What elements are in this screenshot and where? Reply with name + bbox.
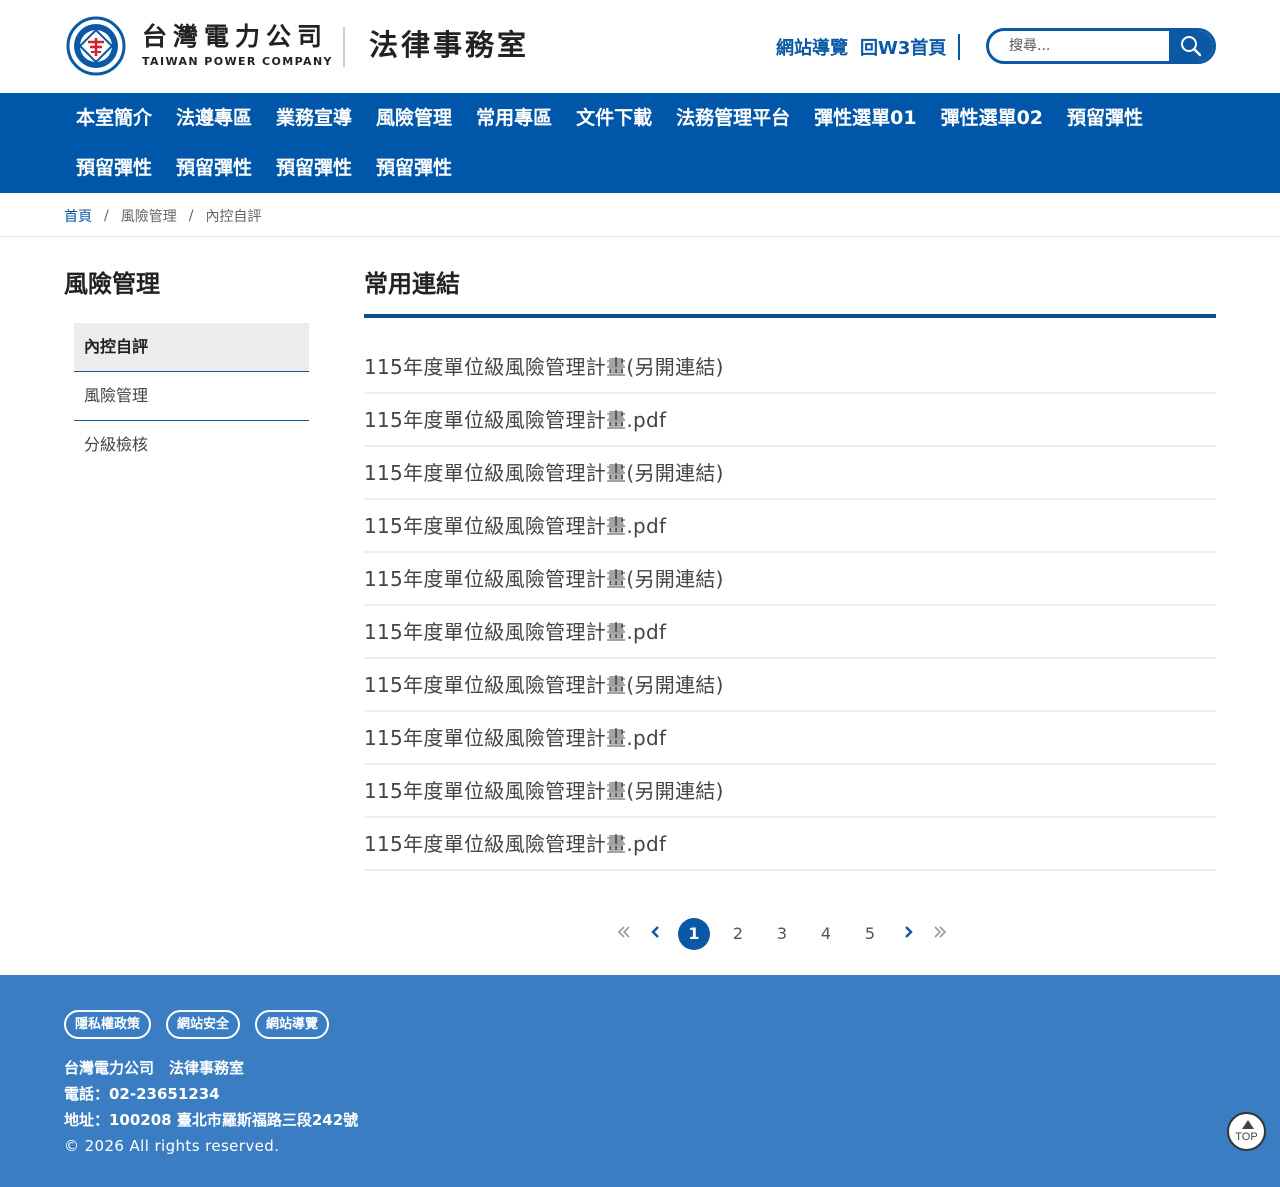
- footer-link-privacy[interactable]: 隱私權政策: [64, 1010, 152, 1039]
- nav-item-flex-menu-01[interactable]: 彈性選單01: [802, 93, 928, 143]
- list-item[interactable]: 115年度單位級風險管理計畫.pdf: [364, 500, 1216, 553]
- footer-copyright: © 2026 All rights reserved.: [64, 1137, 280, 1155]
- footer-phone: 電話：02-23651234: [64, 1085, 220, 1103]
- nav-item-promotion[interactable]: 業務宣導: [264, 93, 364, 143]
- list-item[interactable]: 115年度單位級風險管理計畫.pdf: [364, 394, 1216, 447]
- page-title: 常用連結: [364, 270, 460, 298]
- nav-item-risk-management[interactable]: 風險管理: [364, 93, 464, 143]
- breadcrumb-divider: [0, 236, 1280, 237]
- list-item[interactable]: 115年度單位級風險管理計畫.pdf: [364, 712, 1216, 765]
- page-number[interactable]: 5: [854, 918, 886, 950]
- footer-info: 台灣電力公司 法律事務室 電話：02-23651234 地址：100208 臺北…: [64, 1055, 358, 1159]
- breadcrumb-risk-management[interactable]: 風險管理: [121, 206, 177, 226]
- breadcrumb-separator: /: [188, 208, 194, 224]
- nav-item-flex-menu-02[interactable]: 彈性選單02: [929, 93, 1055, 143]
- back-to-top-button[interactable]: TOP: [1227, 1112, 1266, 1151]
- breadcrumb: 首頁 / 風險管理 / 內控自評: [64, 206, 261, 226]
- taipower-logo-icon[interactable]: [66, 16, 126, 76]
- sidebar-item-grading-review[interactable]: 分級檢核: [74, 421, 309, 470]
- link-list: 115年度單位級風險管理計畫(另開連結) 115年度單位級風險管理計畫.pdf …: [364, 341, 1216, 871]
- prev-page-button[interactable]: [646, 918, 666, 950]
- next-page-button[interactable]: [898, 918, 918, 950]
- footer-org: 台灣電力公司 法律事務室: [64, 1059, 245, 1077]
- page-number[interactable]: 3: [766, 918, 798, 950]
- page-number[interactable]: 4: [810, 918, 842, 950]
- main-nav: 本室簡介 法遵專區 業務宣導 風險管理 常用專區 文件下載 法務管理平台 彈性選…: [0, 93, 1280, 193]
- sidebar-title: 風險管理: [64, 270, 160, 298]
- nav-item-reserved[interactable]: 預留彈性: [264, 143, 364, 193]
- nav-item-about[interactable]: 本室簡介: [64, 93, 164, 143]
- page-number[interactable]: 2: [722, 918, 754, 950]
- sidebar-item-risk-management[interactable]: 風險管理: [74, 372, 309, 421]
- top-link-sitemap[interactable]: 網站導覽: [776, 34, 848, 60]
- search-icon: [1181, 36, 1202, 57]
- sidebar-item-internal-control[interactable]: 內控自評: [74, 323, 309, 372]
- nav-row-1: 本室簡介 法遵專區 業務宣導 風險管理 常用專區 文件下載 法務管理平台 彈性選…: [64, 93, 1155, 143]
- double-chevron-left-icon: [617, 926, 630, 938]
- sidebar-menu: 內控自評 風險管理 分級檢核: [74, 323, 309, 470]
- title-underline: [364, 314, 1216, 318]
- site-footer: 隱私權政策 網站安全 網站導覽 台灣電力公司 法律事務室 電話：02-23651…: [0, 975, 1280, 1187]
- top-links-divider: [958, 34, 961, 60]
- back-to-top-label: TOP: [1235, 1131, 1258, 1143]
- list-item[interactable]: 115年度單位級風險管理計畫(另開連結): [364, 659, 1216, 712]
- list-item[interactable]: 115年度單位級風險管理計畫(另開連結): [364, 765, 1216, 818]
- nav-item-reserved[interactable]: 預留彈性: [64, 143, 164, 193]
- nav-item-reserved[interactable]: 預留彈性: [164, 143, 264, 193]
- list-item[interactable]: 115年度單位級風險管理計畫(另開連結): [364, 341, 1216, 394]
- site-header: 台灣電力公司 TAIWAN POWER COMPANY 法律事務室 網站導覽 回…: [0, 0, 1280, 93]
- search-box: [986, 28, 1216, 64]
- footer-link-security[interactable]: 網站安全: [166, 1010, 241, 1039]
- double-chevron-right-icon: [934, 926, 947, 938]
- page-number-current[interactable]: 1: [678, 918, 710, 950]
- nav-item-common-area[interactable]: 常用專區: [464, 93, 564, 143]
- list-item[interactable]: 115年度單位級風險管理計畫(另開連結): [364, 447, 1216, 500]
- nav-item-reserved[interactable]: 預留彈性: [1055, 93, 1155, 143]
- list-item[interactable]: 115年度單位級風險管理計畫.pdf: [364, 606, 1216, 659]
- breadcrumb-separator: /: [104, 208, 109, 224]
- top-link-w3-home[interactable]: 回W3首頁: [860, 34, 946, 60]
- breadcrumb-current: 內控自評: [205, 209, 262, 225]
- arrow-up-icon: [1242, 1120, 1254, 1129]
- brand-divider: [343, 27, 345, 67]
- top-links: 網站導覽 回W3首頁: [776, 34, 961, 60]
- nav-row-2: 預留彈性 預留彈性 預留彈性 預留彈性: [64, 143, 464, 193]
- footer-address: 地址：100208 臺北市羅斯福路三段242號: [64, 1111, 359, 1129]
- nav-item-downloads[interactable]: 文件下載: [564, 93, 664, 143]
- brand-block[interactable]: 台灣電力公司 TAIWAN POWER COMPANY: [142, 22, 333, 68]
- list-item[interactable]: 115年度單位級風險管理計畫(另開連結): [364, 553, 1216, 606]
- nav-item-reserved[interactable]: 預留彈性: [364, 143, 464, 193]
- brand-name-en: TAIWAN POWER COMPANY: [142, 55, 333, 68]
- nav-item-compliance[interactable]: 法遵專區: [164, 93, 264, 143]
- brand-name-zh: 台灣電力公司: [142, 22, 329, 51]
- chevron-right-icon: [905, 926, 913, 938]
- pagination: 1 2 3 4 5: [614, 918, 962, 950]
- nav-item-legal-platform[interactable]: 法務管理平台: [664, 93, 802, 143]
- footer-links: 隱私權政策 網站安全 網站導覽: [64, 1010, 344, 1039]
- first-page-button[interactable]: [614, 918, 634, 950]
- chevron-left-icon: [651, 926, 659, 938]
- site-name[interactable]: 法律事務室: [369, 27, 529, 63]
- last-page-button[interactable]: [930, 918, 950, 950]
- footer-link-sitemap[interactable]: 網站導覽: [255, 1010, 330, 1039]
- list-item[interactable]: 115年度單位級風險管理計畫.pdf: [364, 818, 1216, 871]
- search-button[interactable]: [1169, 31, 1213, 61]
- search-input[interactable]: [989, 31, 1171, 61]
- breadcrumb-home[interactable]: 首頁: [64, 206, 92, 226]
